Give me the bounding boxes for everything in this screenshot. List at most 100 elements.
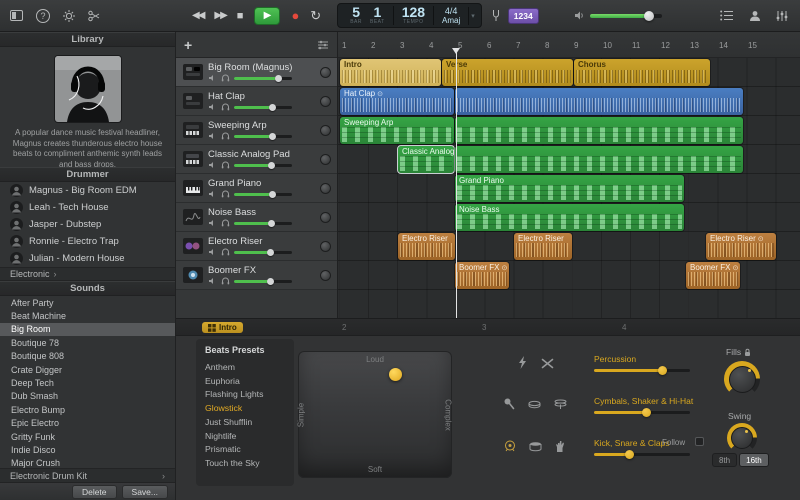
region-grand-piano[interactable]: Grand Piano xyxy=(455,175,684,202)
lightning-icon[interactable] xyxy=(518,356,528,369)
hi-hat-icon[interactable] xyxy=(554,398,567,410)
preset-item[interactable]: Euphoria xyxy=(205,375,294,389)
drummer-item[interactable]: Leah - Tech House xyxy=(0,199,175,216)
delete-button[interactable]: Delete xyxy=(71,484,117,499)
percussion-slider[interactable] xyxy=(594,366,690,375)
rewind-button[interactable]: ◀◀ xyxy=(192,10,205,21)
stop-button[interactable]: ■ xyxy=(237,10,244,22)
preset-item[interactable]: Flashing Lights xyxy=(205,388,294,402)
track-volume-slider[interactable] xyxy=(234,190,292,198)
track-pan-knob[interactable] xyxy=(320,66,331,78)
track-pan-knob[interactable] xyxy=(320,240,331,252)
region-hat-clap-2[interactable] xyxy=(455,88,743,115)
drummer-item[interactable]: Ronnie - Electro Trap xyxy=(0,233,175,250)
timeline-grid[interactable]: Intro Verse Chorus Hat Clap⊙ Sweeping Ar… xyxy=(338,58,800,318)
kick-drum-icon[interactable] xyxy=(504,440,516,452)
drumsticks-icon[interactable] xyxy=(541,358,554,369)
preset-item[interactable]: Touch the Sky xyxy=(205,457,294,471)
track-header-hat-clap[interactable]: Hat Clap xyxy=(176,87,337,116)
fills-knob[interactable] xyxy=(724,361,760,397)
region-boomer-fx-1[interactable]: Boomer FX ⊙ xyxy=(455,262,509,289)
follow-checkbox[interactable] xyxy=(695,437,704,446)
region-electro-riser-2[interactable]: Electro Riser xyxy=(514,233,572,260)
sound-item[interactable]: Deep Tech xyxy=(0,376,175,389)
region-sweeping-arp-2[interactable] xyxy=(455,117,743,144)
solo-icon[interactable] xyxy=(221,219,230,227)
sound-item[interactable]: Indie Disco xyxy=(0,443,175,456)
track-volume-slider[interactable] xyxy=(234,277,292,285)
sound-item[interactable]: Dub Smash xyxy=(0,390,175,403)
mute-icon[interactable] xyxy=(208,219,217,227)
notes-list-icon[interactable] xyxy=(720,10,734,21)
snare-drum-icon[interactable] xyxy=(529,441,542,452)
region-electro-riser-3[interactable]: Electro Riser ⊙ xyxy=(706,233,776,260)
drummer-item[interactable]: Magnus - Big Room EDM xyxy=(0,182,175,199)
solo-icon[interactable] xyxy=(221,277,230,285)
region-electro-riser-1[interactable]: Electro Riser xyxy=(398,233,455,260)
track-volume-slider[interactable] xyxy=(234,74,292,82)
track-pan-knob[interactable] xyxy=(320,211,331,223)
track-volume-slider[interactable] xyxy=(234,161,292,169)
solo-icon[interactable] xyxy=(221,103,230,111)
track-header-classic-analog-pad[interactable]: Classic Analog Pad xyxy=(176,145,337,174)
library-panel-icon[interactable] xyxy=(10,10,23,21)
mute-icon[interactable] xyxy=(208,132,217,140)
solo-icon[interactable] xyxy=(221,161,230,169)
mute-icon[interactable] xyxy=(208,277,217,285)
track-pan-knob[interactable] xyxy=(320,269,331,281)
track-header-noise-bass[interactable]: Noise Bass xyxy=(176,203,337,232)
mute-icon[interactable] xyxy=(208,103,217,111)
forward-button[interactable]: ▶▶ xyxy=(214,10,227,21)
solo-icon[interactable] xyxy=(221,190,230,198)
tuning-fork-icon[interactable] xyxy=(492,9,500,22)
sound-item-selected[interactable]: Big Room xyxy=(0,322,175,337)
drummer-item[interactable]: Jasper - Dubstep xyxy=(0,216,175,233)
track-header-boomer-fx[interactable]: Boomer FX xyxy=(176,261,337,290)
swing-knob[interactable] xyxy=(727,423,757,453)
drummer-item[interactable]: Julian - Modern House xyxy=(0,250,175,267)
drum-kit-row[interactable]: Electronic Drum Kit › xyxy=(0,468,175,482)
track-volume-slider[interactable] xyxy=(234,219,292,227)
solo-icon[interactable] xyxy=(221,132,230,140)
track-controls-icon[interactable] xyxy=(317,40,329,50)
mute-icon[interactable] xyxy=(208,161,217,169)
user-icon[interactable] xyxy=(749,10,761,22)
sound-item[interactable]: Boutique 808 xyxy=(0,350,175,363)
sound-item[interactable]: Gritty Funk xyxy=(0,430,175,443)
xy-puck[interactable] xyxy=(389,367,403,381)
track-volume-slider[interactable] xyxy=(234,103,292,111)
track-pan-knob[interactable] xyxy=(320,95,331,107)
region-classic-analog-pad-2[interactable] xyxy=(455,146,743,173)
track-header-grand-piano[interactable]: Grand Piano xyxy=(176,174,337,203)
track-header-electro-riser[interactable]: Electro Riser xyxy=(176,232,337,261)
track-pan-knob[interactable] xyxy=(320,153,331,165)
mute-icon[interactable] xyxy=(208,248,217,256)
region-verse[interactable]: Verse xyxy=(442,59,573,86)
track-pan-knob[interactable] xyxy=(320,124,331,136)
sound-item[interactable]: Crate Digger xyxy=(0,363,175,376)
preset-item[interactable]: Just Shufflin xyxy=(205,416,294,430)
track-pan-knob[interactable] xyxy=(320,182,331,194)
solo-icon[interactable] xyxy=(221,74,230,82)
lcd-chevron-down-icon[interactable]: ▾ xyxy=(469,12,477,20)
category-row-electronic[interactable]: Electronic › xyxy=(0,267,175,281)
add-track-button[interactable]: + xyxy=(184,38,192,52)
lcd-display[interactable]: 5 BAR 1 BEAT 128 TEMPO 4/4 Amaj ▾ xyxy=(337,3,482,28)
gear-icon[interactable] xyxy=(63,9,75,22)
tambourine-icon[interactable] xyxy=(528,400,541,410)
region-chorus[interactable]: Chorus xyxy=(574,59,710,86)
count-in-button[interactable]: 1234 xyxy=(507,7,539,24)
region-boomer-fx-2[interactable]: Boomer FX ⊙ xyxy=(686,262,740,289)
sound-item[interactable]: After Party xyxy=(0,296,175,309)
preset-item-selected[interactable]: Glowstick xyxy=(205,402,294,416)
playhead[interactable] xyxy=(452,48,460,318)
sound-item[interactable]: Major Crush xyxy=(0,457,175,468)
track-volume-slider[interactable] xyxy=(234,248,292,256)
save-button[interactable]: Save... xyxy=(121,484,168,499)
quick-help-icon[interactable]: ? xyxy=(36,8,50,23)
track-volume-slider[interactable] xyxy=(234,132,292,140)
preset-item[interactable]: Anthem xyxy=(205,361,294,375)
rate-16th-button[interactable]: 16th xyxy=(739,453,769,467)
media-browser-icon[interactable] xyxy=(776,10,788,22)
master-volume-slider[interactable] xyxy=(590,10,662,21)
